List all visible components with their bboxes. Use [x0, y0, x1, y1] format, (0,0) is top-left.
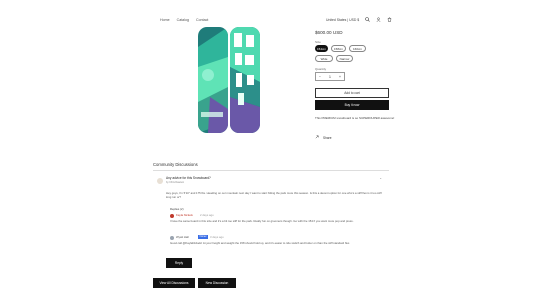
chevron-up-icon[interactable]: ^ — [380, 177, 381, 181]
snowboard-image-right — [230, 27, 260, 138]
size-option-160[interactable]: 160cm — [349, 45, 366, 52]
header-utilities: United States | USD $ — [326, 17, 392, 22]
nav-item-home[interactable]: Home — [160, 18, 170, 22]
share-label: Share — [323, 135, 332, 140]
share-icon — [315, 135, 320, 140]
quantity-value: 1 — [329, 74, 331, 79]
reply-text: Good call @KaylaNickels! At your height … — [170, 241, 351, 245]
reply-author: Wyatt Hall — [176, 235, 189, 239]
quantity-stepper[interactable]: − 1 + — [315, 72, 345, 81]
minus-icon[interactable]: − — [319, 75, 321, 79]
community-title: Community Discussions — [153, 162, 198, 167]
add-to-cart-button[interactable]: Add to cart — [315, 88, 389, 98]
size-option-158[interactable]: 158cm — [331, 45, 346, 52]
product-description: This PREMIUM snowboard is so SUPERDUPER … — [315, 116, 395, 120]
reply-time: 2 days ago — [200, 213, 214, 217]
buy-now-button[interactable]: Buy it now — [315, 100, 389, 110]
avatar — [170, 236, 174, 240]
cart-icon[interactable] — [387, 17, 392, 22]
size-label: Size — [315, 40, 321, 44]
main-nav: Home Catalog Contact — [160, 18, 208, 22]
reply-author: Kayla Nickels — [176, 213, 193, 217]
snowboard-image-left — [198, 27, 228, 138]
option-narrow[interactable]: Narrow — [336, 55, 353, 62]
share-button[interactable]: Share — [315, 135, 332, 140]
reply-button[interactable]: Reply — [166, 258, 192, 268]
reply-time: 3 days ago — [210, 235, 224, 239]
size-option-154[interactable]: 154cm — [315, 45, 328, 52]
thread-title[interactable]: Any advice for this Snowboard? — [166, 176, 211, 180]
replies-label: Replies (2) — [170, 207, 184, 211]
account-icon[interactable] — [376, 17, 381, 22]
plus-icon[interactable]: + — [339, 75, 341, 79]
quantity-label: Quantity — [315, 67, 327, 71]
currency-selector[interactable]: United States | USD $ — [326, 18, 359, 22]
new-discussion-button[interactable]: New Discussion — [198, 278, 236, 288]
search-icon[interactable] — [365, 17, 370, 22]
reply-text: I have the same board in this size and i… — [170, 219, 354, 223]
thread-author: by Chris Dawson — [166, 181, 185, 184]
avatar — [157, 178, 163, 184]
avatar — [170, 214, 174, 218]
thread-question: Hey guys, I'm 5'10" and 175 lbs. Heading… — [166, 191, 382, 199]
view-all-discussions-button[interactable]: View All Discussions — [153, 278, 195, 288]
product-price: $600.00 USD — [315, 30, 343, 35]
nav-item-catalog[interactable]: Catalog — [177, 18, 189, 22]
option-wide[interactable]: Wide — [315, 55, 333, 62]
status-badge: Owner — [198, 235, 209, 239]
nav-item-contact[interactable]: Contact — [196, 18, 208, 22]
divider — [153, 170, 389, 171]
